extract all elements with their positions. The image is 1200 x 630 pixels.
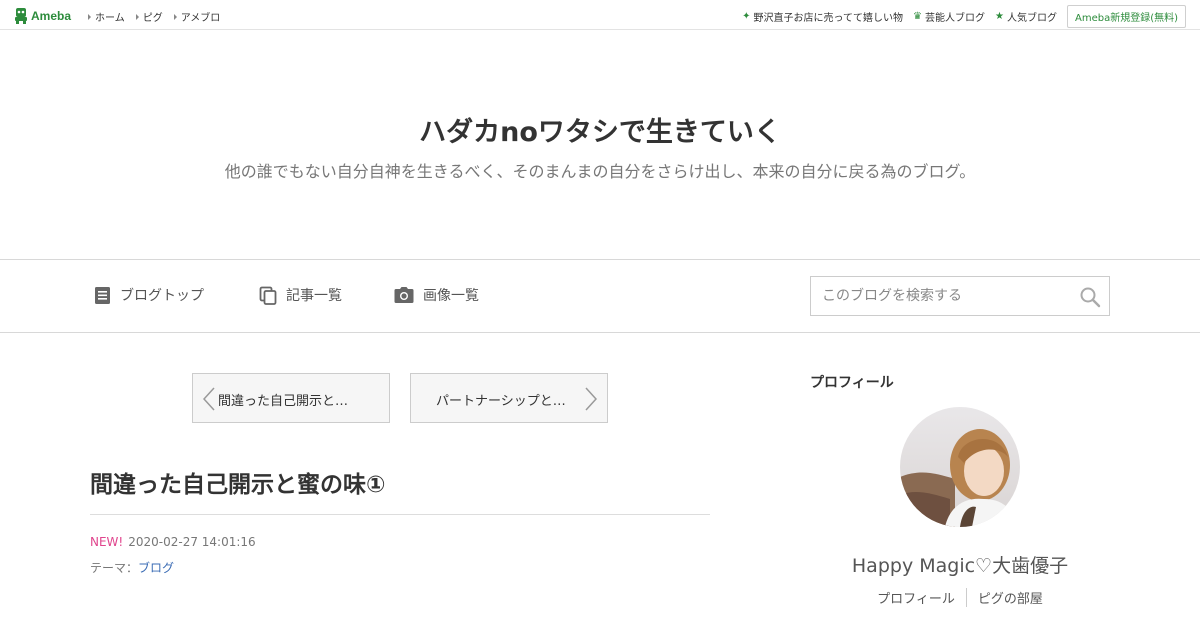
- prev-entry-button[interactable]: 間違った自己開示と…: [192, 373, 390, 423]
- blog-top-link[interactable]: ブログトップ: [94, 285, 204, 305]
- global-nav-ameblo[interactable]: アメブロ: [173, 9, 220, 24]
- crown-icon: ♛: [913, 11, 923, 22]
- article-title[interactable]: 間違った自己開示と蜜の味①: [90, 465, 385, 499]
- profile-heading: プロフィール: [810, 375, 894, 391]
- global-nav-home[interactable]: ホーム: [88, 9, 125, 24]
- entry-list-link[interactable]: 記事一覧: [259, 285, 342, 305]
- profile-name[interactable]: Happy Magic♡大歯優子: [810, 551, 1110, 578]
- global-nav: ホーム ピグ アメブロ: [88, 9, 231, 24]
- celebrity-blog-link[interactable]: ♛ 芸能人ブログ: [913, 9, 985, 24]
- triangle-right-icon: [173, 13, 177, 20]
- avatar[interactable]: [900, 407, 1020, 527]
- next-entry-label: パートナーシップと…: [436, 394, 566, 409]
- camera-icon: [394, 287, 414, 303]
- search-icon[interactable]: [1079, 286, 1101, 308]
- pigg-room-link[interactable]: ピグの部屋: [965, 588, 1054, 607]
- popular-blog-link[interactable]: ★ 人気ブログ: [995, 9, 1057, 24]
- blog-nav: ブログトップ 記事一覧 画像一覧: [0, 259, 1200, 333]
- blog-title[interactable]: ハダカnoワタシで生きていく: [0, 110, 1200, 149]
- divider: [90, 514, 710, 515]
- theme-link[interactable]: ブログ: [138, 561, 174, 575]
- new-badge: NEW!: [90, 535, 124, 549]
- article-theme: テーマ：ブログ: [90, 559, 174, 576]
- avatar-photo: [900, 407, 1020, 527]
- global-nav-pigg[interactable]: ピグ: [135, 9, 163, 24]
- prev-entry-label: 間違った自己開示と…: [218, 394, 349, 409]
- theme-label: テーマ：: [90, 561, 139, 575]
- next-entry-button[interactable]: パートナーシップと…: [410, 373, 608, 423]
- blog-search: [810, 276, 1110, 316]
- document-icon: [95, 286, 110, 304]
- image-list-link[interactable]: 画像一覧: [394, 285, 479, 305]
- global-header: Ameba ホーム ピグ アメブロ ✦ 野沢直子お店に売ってて嬉しい物 ♛ 芸能人ブ…: [0, 0, 1200, 30]
- signup-button[interactable]: Ameba新規登録(無料): [1066, 5, 1186, 28]
- ameba-logo[interactable]: Ameba: [14, 7, 71, 25]
- triangle-right-icon: [135, 13, 139, 20]
- blog-description: 他の誰でもない自分自神を生きるべく、そのまんまの自分をさらけ出し、本来の自分に戻…: [224, 162, 976, 181]
- star-icon: ★: [995, 11, 1004, 22]
- article-meta: NEW! 2020-02-27 14:01:16: [90, 535, 256, 549]
- blog-search-input[interactable]: [811, 277, 1071, 315]
- profile-link[interactable]: プロフィール: [866, 588, 966, 607]
- triangle-right-icon: [88, 13, 91, 20]
- sparkle-icon: ✦: [742, 11, 751, 22]
- trend-link[interactable]: ✦ 野沢直子お店に売ってて嬉しい物: [742, 9, 903, 24]
- logo-text: Ameba: [31, 9, 72, 23]
- global-header-right: ✦ 野沢直子お店に売ってて嬉しい物 ♛ 芸能人ブログ ★ 人気ブログ Ameba新規登…: [742, 5, 1186, 28]
- copy-icon: [259, 286, 277, 305]
- chevron-right-icon: [585, 387, 597, 411]
- chevron-left-icon: [203, 387, 215, 411]
- blog-header: ハダカnoワタシで生きていく 他の誰でもない自分自神を生きるべく、そのまんまの自…: [0, 30, 1200, 260]
- ameba-logo-icon: [15, 8, 27, 24]
- profile-links: プロフィール ピグの部屋: [810, 588, 1110, 607]
- article-datetime: 2020-02-27 14:01:16: [128, 535, 256, 549]
